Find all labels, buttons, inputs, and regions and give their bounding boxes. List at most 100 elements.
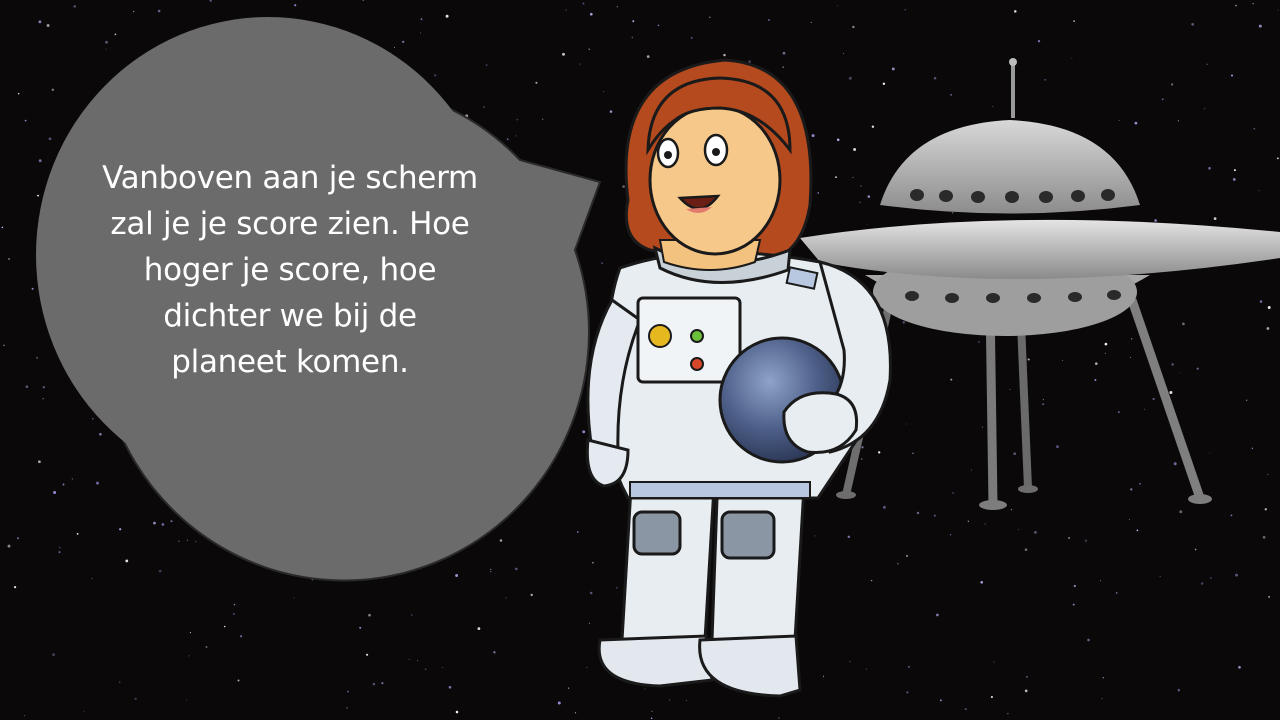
star (37, 194, 39, 197)
star (1152, 398, 1155, 400)
star (347, 690, 349, 693)
star (588, 622, 590, 624)
star (1131, 338, 1133, 340)
star (950, 378, 953, 381)
star (853, 148, 857, 151)
star (7, 544, 11, 548)
star (575, 712, 577, 714)
star (952, 492, 954, 494)
star (601, 262, 603, 264)
star (589, 12, 593, 16)
star (38, 159, 42, 163)
star (1144, 408, 1145, 410)
star (1010, 508, 1013, 511)
star (1191, 22, 1194, 26)
star (1056, 445, 1059, 449)
star (178, 540, 180, 543)
star (424, 668, 427, 671)
star (294, 4, 297, 7)
star (907, 665, 910, 668)
star (1264, 508, 1267, 511)
star (366, 653, 369, 656)
star (293, 597, 295, 599)
star (1209, 452, 1211, 454)
star (505, 597, 507, 599)
star (1104, 342, 1108, 346)
star (651, 710, 653, 712)
star (14, 586, 17, 589)
star (897, 563, 899, 565)
star (393, 47, 395, 48)
star (71, 478, 73, 480)
star (964, 708, 967, 711)
star (223, 625, 226, 628)
star (17, 537, 19, 540)
star (1071, 58, 1073, 59)
star (859, 201, 861, 203)
star (609, 110, 613, 113)
star (420, 18, 423, 20)
star (817, 192, 819, 194)
star (1044, 79, 1046, 81)
star (867, 195, 871, 198)
star (967, 520, 970, 523)
star (588, 48, 591, 51)
star (902, 321, 905, 324)
star (950, 94, 952, 96)
star (1073, 20, 1075, 22)
star (847, 535, 851, 539)
star (1230, 514, 1233, 517)
star (878, 451, 881, 454)
star (83, 711, 85, 712)
star (860, 185, 862, 187)
star (381, 682, 384, 685)
star (709, 16, 711, 19)
star (1129, 519, 1130, 521)
star (535, 81, 538, 84)
star (582, 430, 586, 434)
star (1203, 107, 1206, 110)
star (905, 423, 907, 425)
star (237, 679, 240, 682)
star (814, 535, 816, 537)
star (25, 385, 29, 389)
star (1169, 391, 1173, 394)
star (905, 554, 909, 558)
star (233, 603, 236, 606)
star (582, 2, 585, 5)
star (46, 24, 50, 27)
star (852, 25, 855, 29)
star (861, 446, 864, 449)
star (1251, 447, 1254, 449)
star (657, 24, 660, 27)
star (1253, 127, 1256, 130)
star (616, 587, 618, 589)
star (1139, 483, 1141, 485)
star (686, 700, 688, 702)
star (810, 21, 812, 23)
star (1009, 388, 1011, 390)
star (835, 176, 837, 178)
star (477, 627, 481, 630)
star (530, 593, 533, 597)
star (603, 91, 605, 93)
star (592, 561, 594, 564)
star (483, 106, 485, 108)
star (1154, 219, 1157, 222)
star (690, 36, 693, 39)
star (153, 521, 156, 525)
star (402, 40, 405, 44)
star (73, 5, 76, 8)
star (1259, 300, 1263, 303)
star (408, 658, 410, 661)
star (977, 340, 980, 343)
star (1235, 573, 1238, 577)
star (1266, 327, 1270, 330)
star (1173, 462, 1177, 466)
star (119, 681, 121, 683)
star (1232, 177, 1236, 181)
star (866, 224, 868, 226)
star (1200, 582, 1204, 585)
star (1233, 169, 1236, 172)
star (38, 460, 41, 464)
